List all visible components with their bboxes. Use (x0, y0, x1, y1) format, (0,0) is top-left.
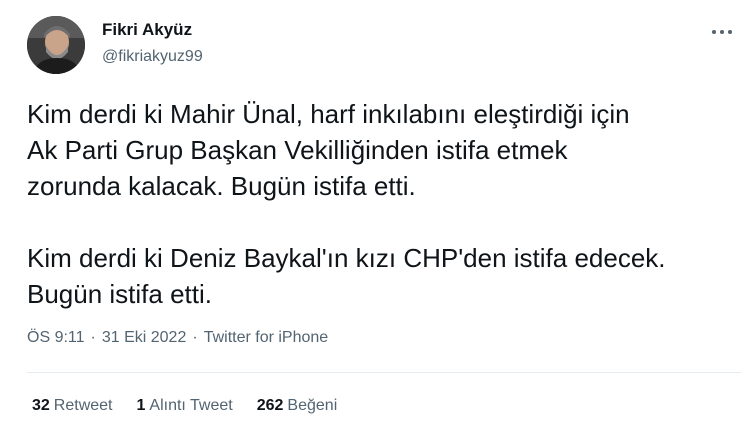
retweets-count: 32 (32, 397, 50, 414)
tweet-date[interactable]: 31 Eki 2022 (102, 329, 187, 347)
avatar[interactable] (27, 16, 85, 74)
tweet-stats: 32 Retweet 1 Alıntı Tweet 262 Beğeni (32, 397, 337, 415)
tweet-time[interactable]: ÖS 9:11 (27, 329, 85, 347)
avatar-image (27, 16, 85, 74)
tweet-meta: ÖS 9:11 · 31 Eki 2022 · Twitter for iPho… (27, 329, 328, 347)
more-options-button[interactable] (708, 22, 736, 42)
quote-tweets-stat[interactable]: 1 Alıntı Tweet (137, 397, 233, 415)
quotes-label: Alıntı Tweet (149, 397, 233, 414)
meta-separator: · (90, 329, 96, 346)
quotes-count: 1 (136, 397, 146, 414)
retweets-stat[interactable]: 32 Retweet (32, 397, 113, 415)
tweet-text: Kim derdi ki Mahir Ünal, harf inkılabını… (27, 99, 666, 309)
meta-separator: · (192, 329, 198, 346)
likes-label: Beğeni (287, 397, 338, 414)
tweet-source[interactable]: Twitter for iPhone (204, 329, 329, 347)
author-handle[interactable]: @fikriakyuz99 (102, 48, 203, 66)
likes-stat[interactable]: 262 Beğeni (257, 397, 338, 415)
likes-count: 262 (256, 397, 284, 414)
divider (27, 372, 741, 373)
retweets-label: Retweet (53, 397, 113, 414)
more-horizontal-icon (712, 30, 732, 34)
author-name[interactable]: Fikri Akyüz (102, 20, 192, 40)
